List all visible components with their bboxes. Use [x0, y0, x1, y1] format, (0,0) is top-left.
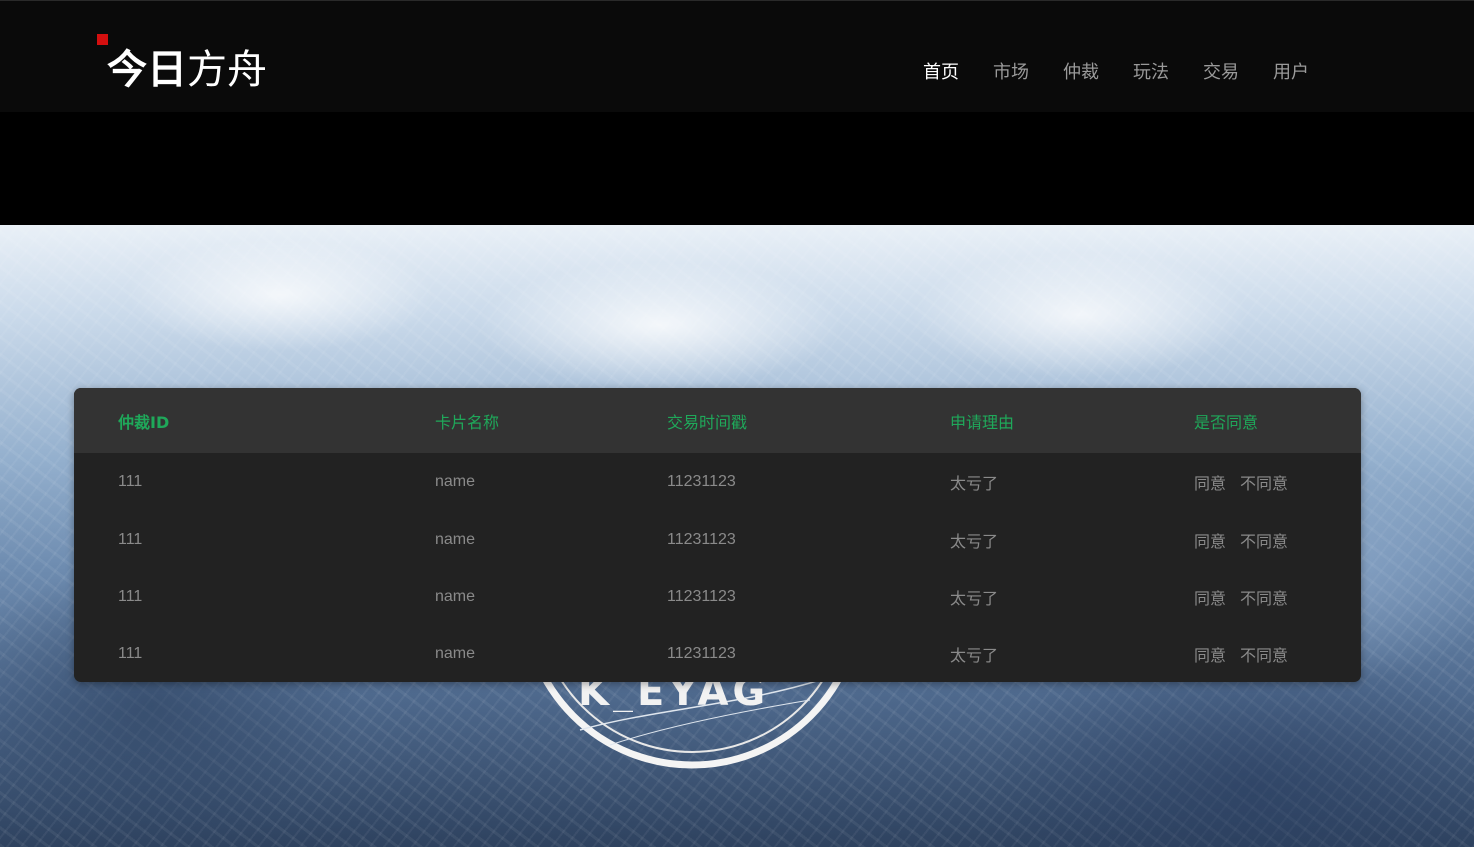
disagree-button[interactable]: 不同意 — [1240, 532, 1288, 551]
cell-timestamp: 11231123 — [667, 587, 736, 605]
nav-item-gameplay[interactable]: 玩法 — [1116, 59, 1186, 87]
cell-actions: 同意 不同意 — [1194, 453, 1361, 511]
nav-item-trade[interactable]: 交易 — [1186, 59, 1256, 87]
cell-reason: 太亏了 — [950, 645, 999, 665]
page: 今日方舟 首页 市场 仲裁 玩法 交易 用户 K_EYAG 仲裁ID 卡片名称 — [0, 0, 1474, 847]
disagree-button[interactable]: 不同意 — [1240, 646, 1288, 665]
cell-actions: 同意 不同意 — [1194, 625, 1361, 682]
logo-bold-text: 今日 — [107, 47, 187, 93]
agree-button[interactable]: 同意 — [1194, 589, 1226, 608]
disagree-button[interactable]: 不同意 — [1240, 589, 1288, 608]
agree-button[interactable]: 同意 — [1194, 474, 1226, 493]
cell-timestamp: 11231123 — [667, 644, 736, 662]
logo-mark-icon — [97, 34, 108, 45]
cell-card-name: name — [435, 473, 476, 490]
cell-card-name: name — [435, 587, 476, 605]
site-logo[interactable]: 今日 方舟 — [107, 45, 267, 95]
table-row: 111 name 11231123 太亏了 同意 不同意 — [74, 568, 1361, 625]
disagree-button[interactable]: 不同意 — [1240, 474, 1288, 493]
cell-actions: 同意 不同意 — [1194, 511, 1361, 568]
cell-arbitration-id: 111 — [118, 644, 143, 662]
cell-reason: 太亏了 — [950, 588, 999, 608]
column-header-reason: 申请理由 — [950, 412, 1015, 432]
cell-card-name: name — [435, 530, 476, 548]
nav-item-market[interactable]: 市场 — [976, 59, 1046, 87]
agree-button[interactable]: 同意 — [1194, 646, 1226, 665]
column-header-card-name: 卡片名称 — [435, 412, 500, 432]
logo-light-text: 方舟 — [187, 47, 267, 93]
cell-arbitration-id: 111 — [118, 587, 143, 605]
nav-item-home[interactable]: 首页 — [906, 59, 976, 87]
table-row: 111 name 11231123 太亏了 同意 不同意 — [74, 625, 1361, 682]
table-row: 111 name 11231123 太亏了 同意 不同意 — [74, 511, 1361, 568]
column-header-arbitration-id: 仲裁ID — [118, 412, 170, 432]
cell-card-name: name — [435, 644, 476, 662]
table-header-row: 仲裁ID 卡片名称 交易时间戳 申请理由 是否同意 — [74, 388, 1361, 453]
nav-item-user[interactable]: 用户 — [1256, 59, 1326, 87]
cell-actions: 同意 不同意 — [1194, 568, 1361, 625]
column-header-timestamp: 交易时间戳 — [667, 412, 748, 432]
cell-timestamp: 11231123 — [667, 530, 736, 548]
cell-reason: 太亏了 — [950, 531, 999, 551]
cell-arbitration-id: 111 — [118, 530, 143, 548]
cell-arbitration-id: 111 — [118, 473, 143, 490]
arbitration-table-panel: 仲裁ID 卡片名称 交易时间戳 申请理由 是否同意 111 name 11231… — [74, 388, 1361, 682]
arbitration-table: 仲裁ID 卡片名称 交易时间戳 申请理由 是否同意 111 name 11231… — [74, 388, 1361, 682]
banner-band — [0, 112, 1474, 225]
site-header: 今日 方舟 首页 市场 仲裁 玩法 交易 用户 — [0, 0, 1474, 112]
column-header-agree: 是否同意 — [1194, 412, 1259, 432]
cell-timestamp: 11231123 — [667, 473, 736, 490]
cell-reason: 太亏了 — [950, 474, 999, 493]
agree-button[interactable]: 同意 — [1194, 532, 1226, 551]
nav-item-arbitration[interactable]: 仲裁 — [1046, 59, 1116, 87]
table-row: 111 name 11231123 太亏了 同意 不同意 — [74, 453, 1361, 511]
main-nav: 首页 市场 仲裁 玩法 交易 用户 — [906, 59, 1326, 87]
